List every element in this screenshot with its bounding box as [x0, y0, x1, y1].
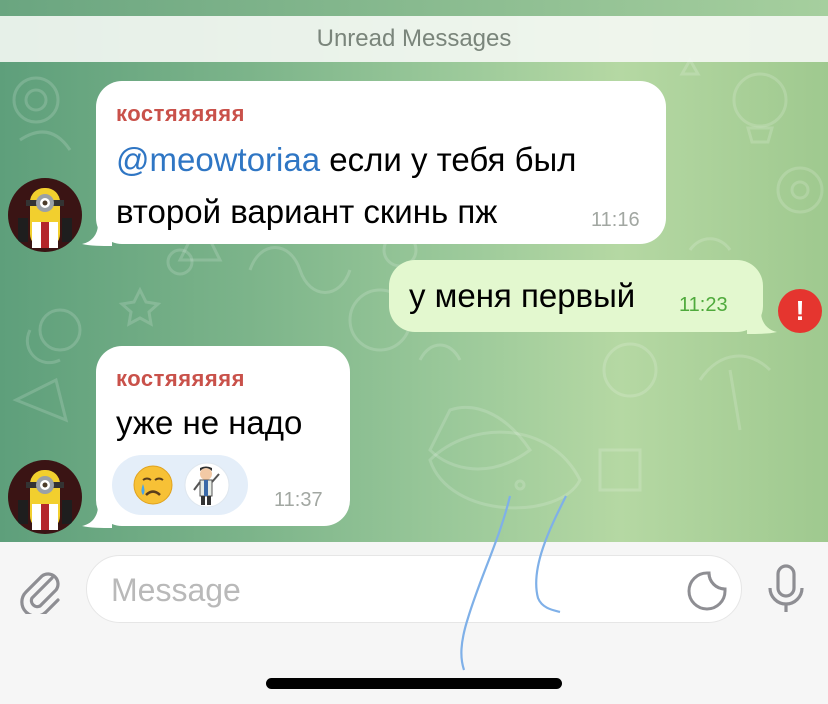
- message-text-line1: @meowtoriaa если у тебя был: [116, 137, 576, 183]
- sender-name[interactable]: костяяяяяя: [116, 101, 245, 127]
- avatar[interactable]: [8, 178, 82, 252]
- message-input-placeholder: Message: [111, 572, 241, 608]
- reactions-bar[interactable]: [112, 455, 248, 515]
- minion-avatar-icon: [8, 178, 82, 252]
- message-text-line2: второй вариант скинь пж: [116, 193, 498, 230]
- bubble-tail: [82, 224, 112, 246]
- sender-name[interactable]: костяяяяяя: [116, 366, 245, 392]
- previous-message-edge: [0, 0, 828, 16]
- message-bubble-outgoing[interactable]: у меня первый 11:23: [389, 260, 777, 334]
- message-input[interactable]: Message: [86, 555, 742, 623]
- bubble-tail: [747, 312, 777, 334]
- unread-messages-banner: Unread Messages: [0, 16, 828, 62]
- attachment-paperclip-icon[interactable]: [18, 566, 64, 614]
- message-bubble-incoming[interactable]: костяяяяяя @meowtoriaa если у тебя был в…: [82, 81, 666, 246]
- unread-banner-label: Unread Messages: [316, 25, 512, 52]
- chat-screen: Unread Messages костяяяяяя @meowtoriaa е…: [0, 0, 828, 704]
- mention-link[interactable]: @meowtoriaa: [116, 141, 320, 178]
- minion-avatar-icon: [8, 460, 82, 534]
- home-indicator[interactable]: [266, 678, 562, 689]
- sticker-icon[interactable]: [687, 571, 727, 611]
- message-text: у меня первый: [409, 277, 636, 314]
- microphone-icon[interactable]: [764, 562, 808, 616]
- message-time: 11:16: [591, 209, 640, 231]
- bubble-tail: [82, 506, 112, 528]
- crying-face-icon[interactable]: [130, 462, 176, 508]
- avatar[interactable]: [8, 460, 82, 534]
- message-time: 11:23: [679, 294, 728, 316]
- message-text: уже не надо: [116, 404, 303, 441]
- message-time: 11:37: [274, 489, 323, 511]
- send-error-icon[interactable]: !: [778, 289, 822, 333]
- waving-man-sticker-icon[interactable]: [182, 462, 232, 508]
- error-mark: !: [795, 295, 805, 326]
- pen-scribble: [460, 495, 567, 671]
- message-text: если у тебя был: [320, 141, 577, 178]
